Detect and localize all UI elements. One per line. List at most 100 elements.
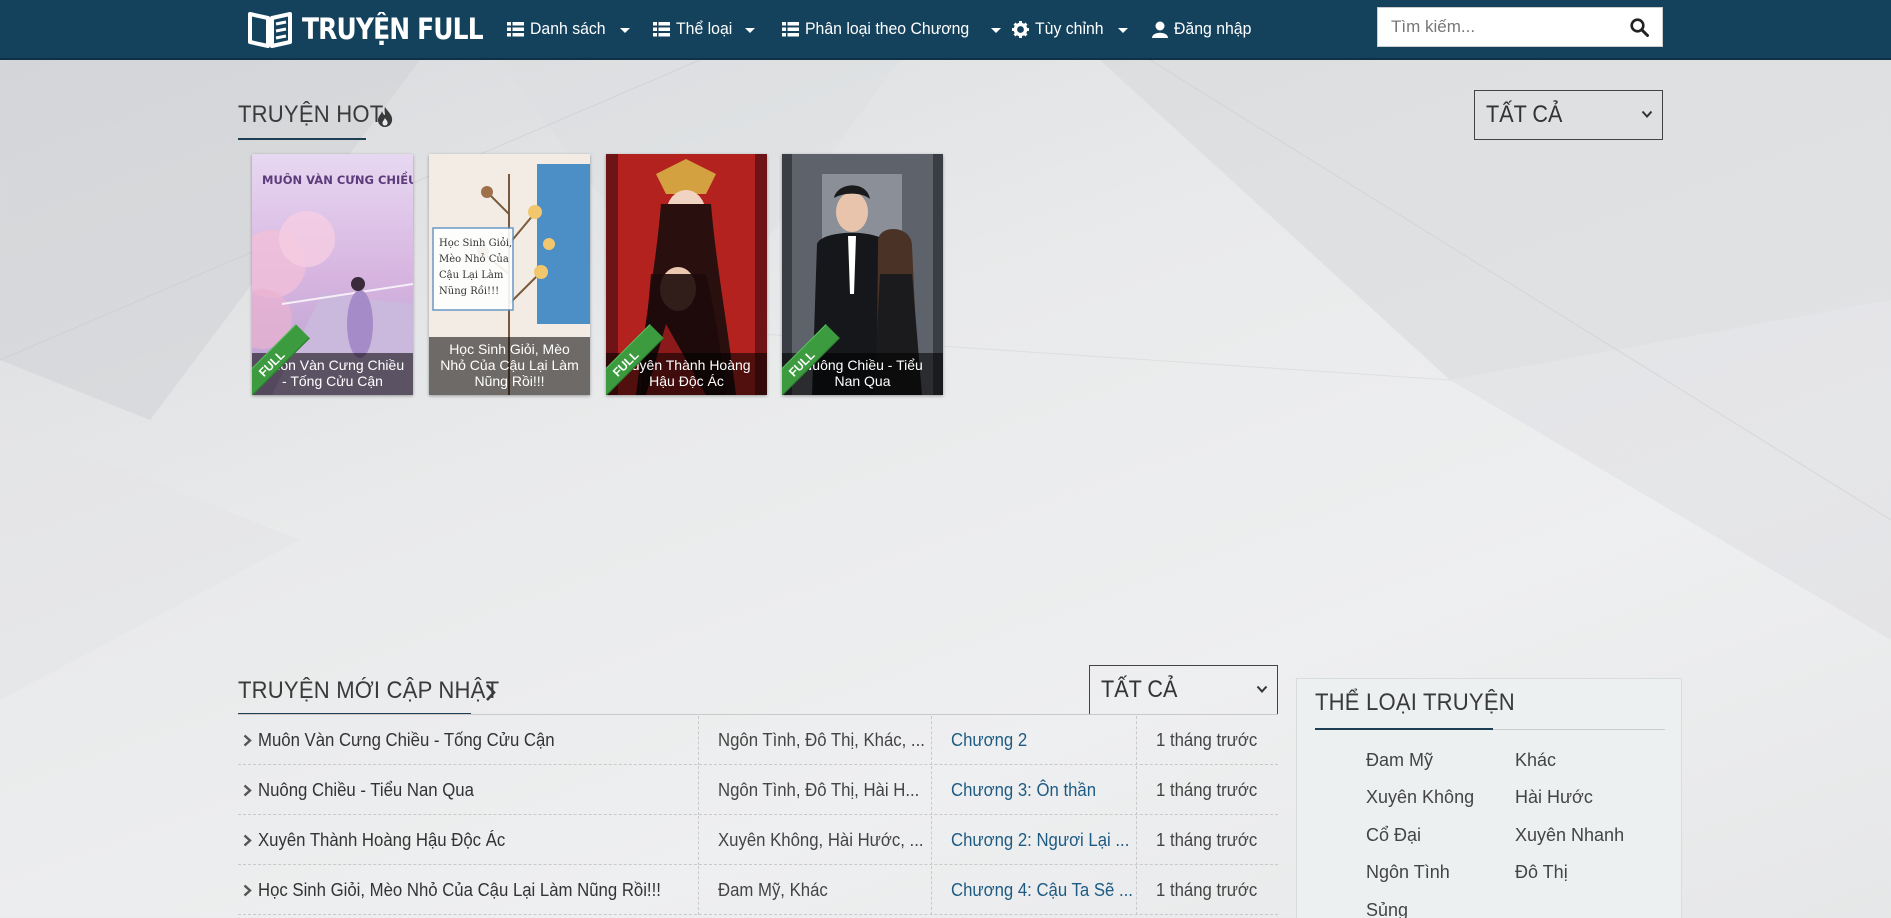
story-title: Xuyên Thành Hoàng Hậu Độc Ác <box>258 830 506 850</box>
nav-the-loai-label: Thể loại <box>676 19 733 38</box>
story-updated-time: 1 tháng trước <box>1156 830 1258 850</box>
hot-title-underline <box>238 138 366 140</box>
story-genres-cell: Đam Mỹ, Khác <box>698 866 931 915</box>
sidebar-title: THỂ LOẠI TRUYỆN <box>1315 689 1515 717</box>
hot-filter-value: TẤT CẢ <box>1486 101 1563 128</box>
hot-section-title: TRUYỆN HOT <box>238 101 383 129</box>
genre-link-do-thi[interactable]: Đô Thị <box>1515 862 1568 883</box>
caret-down-icon <box>620 27 631 33</box>
list-icon <box>782 21 799 36</box>
hot-card[interactable]: Nuông Chiều - Tiểu Nan Qua FULL <box>782 154 943 395</box>
gear-icon <box>1012 20 1029 38</box>
list-icon <box>507 21 524 36</box>
cover-title-text: Mèo Nhỏ Của <box>439 254 509 265</box>
chevron-down-icon <box>1641 110 1653 118</box>
story-title: Muôn Vàn Cưng Chiều - Tống Cửu Cận <box>258 730 555 750</box>
genre-link-dam-my[interactable]: Đam Mỹ <box>1366 750 1433 771</box>
hot-filter-select[interactable]: TẤT CẢ <box>1474 90 1663 140</box>
story-time-cell: 1 tháng trước <box>1136 816 1278 865</box>
story-genres-cell: Ngôn Tình, Đô Thị, Khác, ... <box>698 716 931 765</box>
search-box <box>1377 7 1663 47</box>
story-genres: Đam Mỹ, Khác <box>718 880 828 900</box>
nav-dang-nhap[interactable]: Đăng nhập <box>1152 0 1257 58</box>
genre-sidebar: THỂ LOẠI TRUYỆN Đam Mỹ Khác Xuyên Không … <box>1296 678 1682 918</box>
table-row[interactable]: Xuyên Thành Hoàng Hậu Độc Ác Xuyên Không… <box>238 816 1278 865</box>
chevron-right-icon <box>243 784 252 797</box>
story-updated-time: 1 tháng trước <box>1156 730 1258 750</box>
story-updated-time: 1 tháng trước <box>1156 780 1258 800</box>
genre-link-hai-huoc[interactable]: Hài Hước <box>1515 787 1593 808</box>
nav-phan-loai-theo-chuong[interactable]: Phân loại theo Chương <box>782 0 1001 58</box>
hot-card[interactable]: MUÔN VÀN CƯNG CHIỀU Muôn Vàn Cưng Chiều … <box>252 154 413 395</box>
new-filter-value: TẤT CẢ <box>1101 676 1178 703</box>
chevron-right-icon <box>243 834 252 847</box>
sidebar-title-underline <box>1315 728 1493 730</box>
list-icon <box>653 21 670 36</box>
genre-link-co-dai[interactable]: Cổ Đại <box>1366 825 1421 846</box>
cover-title-text: MUÔN VÀN CƯNG CHIỀU <box>262 170 413 187</box>
story-title-cell[interactable]: Học Sinh Giỏi, Mèo Nhỏ Của Cậu Lại Làm N… <box>238 866 698 915</box>
brand-logo[interactable]: TRUYỆN FULL <box>248 9 512 49</box>
story-title-cell[interactable]: Xuyên Thành Hoàng Hậu Độc Ác <box>238 816 698 865</box>
cover-title-text: Học Sinh Giỏi, <box>439 238 512 249</box>
search-icon[interactable] <box>1630 18 1649 37</box>
caret-down-icon <box>990 27 1001 33</box>
table-top-border <box>238 714 1278 715</box>
hot-card[interactable]: Học Sinh Giỏi, Mèo Nhỏ Của Cậu Lại Làm N… <box>429 154 590 395</box>
cover-title-text: Cậu Lại Làm <box>439 270 504 281</box>
story-title: Học Sinh Giỏi, Mèo Nhỏ Của Cậu Lại Làm N… <box>258 880 661 900</box>
search-input[interactable] <box>1378 8 1618 46</box>
genre-link-sung[interactable]: Sủng <box>1366 900 1408 918</box>
brand-name: TRUYỆN FULL <box>302 12 484 46</box>
story-genres: Xuyên Không, Hài Hước, ... <box>718 830 924 850</box>
story-time-cell: 1 tháng trước <box>1136 866 1278 915</box>
hot-section-title-text: TRUYỆN HOT <box>238 101 384 128</box>
new-section-title[interactable]: TRUYỆN MỚI CẬP NHẬT <box>238 677 499 705</box>
top-navbar: TRUYỆN FULL Danh sách Thể loại Phân loại… <box>0 0 1891 60</box>
table-row[interactable]: Muôn Vàn Cưng Chiều - Tống Cửu Cận Ngôn … <box>238 716 1278 765</box>
nav-tuy-chinh-label: Tùy chỉnh <box>1035 19 1104 38</box>
chevron-right-icon <box>243 884 252 897</box>
book-icon <box>248 12 292 48</box>
fire-icon <box>378 107 393 127</box>
nav-danh-sach-label: Danh sách <box>530 19 606 38</box>
chevron-right-icon[interactable] <box>485 683 497 702</box>
story-chapter-link[interactable]: Chương 4: Cậu Ta Sẽ ... <box>951 880 1133 901</box>
nav-dang-nhap-label: Đăng nhập <box>1174 19 1252 38</box>
hot-card-title: Học Sinh Giỏi, Mèo Nhỏ Của Cậu Lại Làm N… <box>429 337 590 395</box>
story-chapter-cell[interactable]: Chương 4: Cậu Ta Sẽ ... <box>931 866 1136 915</box>
table-row[interactable]: Học Sinh Giỏi, Mèo Nhỏ Của Cậu Lại Làm N… <box>238 866 1278 915</box>
genre-link-ngon-tinh[interactable]: Ngôn Tình <box>1366 862 1450 883</box>
caret-down-icon <box>1117 27 1128 33</box>
new-section-title-text: TRUYỆN MỚI CẬP NHẬT <box>238 677 500 704</box>
table-row[interactable]: Nuông Chiều - Tiểu Nan Qua Ngôn Tình, Đô… <box>238 766 1278 815</box>
hot-card[interactable]: Xuyên Thành Hoàng Hậu Độc Ác FULL <box>606 154 767 395</box>
cover-title-text: Nũng Rồi!!! <box>439 286 499 297</box>
story-genres-cell: Xuyên Không, Hài Hước, ... <box>698 816 931 865</box>
nav-phan-loai-label: Phân loại theo Chương <box>805 19 970 38</box>
story-genres: Ngôn Tình, Đô Thị, Hài H... <box>718 780 920 800</box>
user-icon <box>1152 21 1168 38</box>
nav-danh-sach[interactable]: Danh sách <box>507 0 631 58</box>
nav-tuy-chinh[interactable]: Tùy chỉnh <box>1012 0 1128 58</box>
story-chapter-link[interactable]: Chương 3: Ôn thần <box>951 780 1096 801</box>
story-chapter-cell[interactable]: Chương 3: Ôn thần <box>931 766 1136 815</box>
story-genres-cell: Ngôn Tình, Đô Thị, Hài H... <box>698 766 931 815</box>
story-updated-time: 1 tháng trước <box>1156 880 1258 900</box>
story-chapter-cell[interactable]: Chương 2: Ngươi Lại ... <box>931 816 1136 865</box>
story-chapter-link[interactable]: Chương 2 <box>951 730 1027 751</box>
genre-link-xuyen-khong[interactable]: Xuyên Không <box>1366 787 1474 808</box>
story-chapter-cell[interactable]: Chương 2 <box>931 716 1136 765</box>
sidebar-title-text: THỂ LOẠI TRUYỆN <box>1315 689 1515 716</box>
story-title-cell[interactable]: Muôn Vàn Cưng Chiều - Tống Cửu Cận <box>238 716 698 765</box>
chevron-down-icon <box>1256 685 1268 693</box>
new-filter-select[interactable]: TẤT CẢ <box>1089 665 1278 715</box>
nav-the-loai[interactable]: Thể loại <box>653 0 756 58</box>
genre-link-khac[interactable]: Khác <box>1515 750 1556 771</box>
story-time-cell: 1 tháng trước <box>1136 716 1278 765</box>
caret-down-icon <box>745 27 756 33</box>
genre-link-xuyen-nhanh[interactable]: Xuyên Nhanh <box>1515 825 1624 846</box>
story-genres: Ngôn Tình, Đô Thị, Khác, ... <box>718 730 925 750</box>
story-title-cell[interactable]: Nuông Chiều - Tiểu Nan Qua <box>238 766 698 815</box>
story-chapter-link[interactable]: Chương 2: Ngươi Lại ... <box>951 830 1129 851</box>
